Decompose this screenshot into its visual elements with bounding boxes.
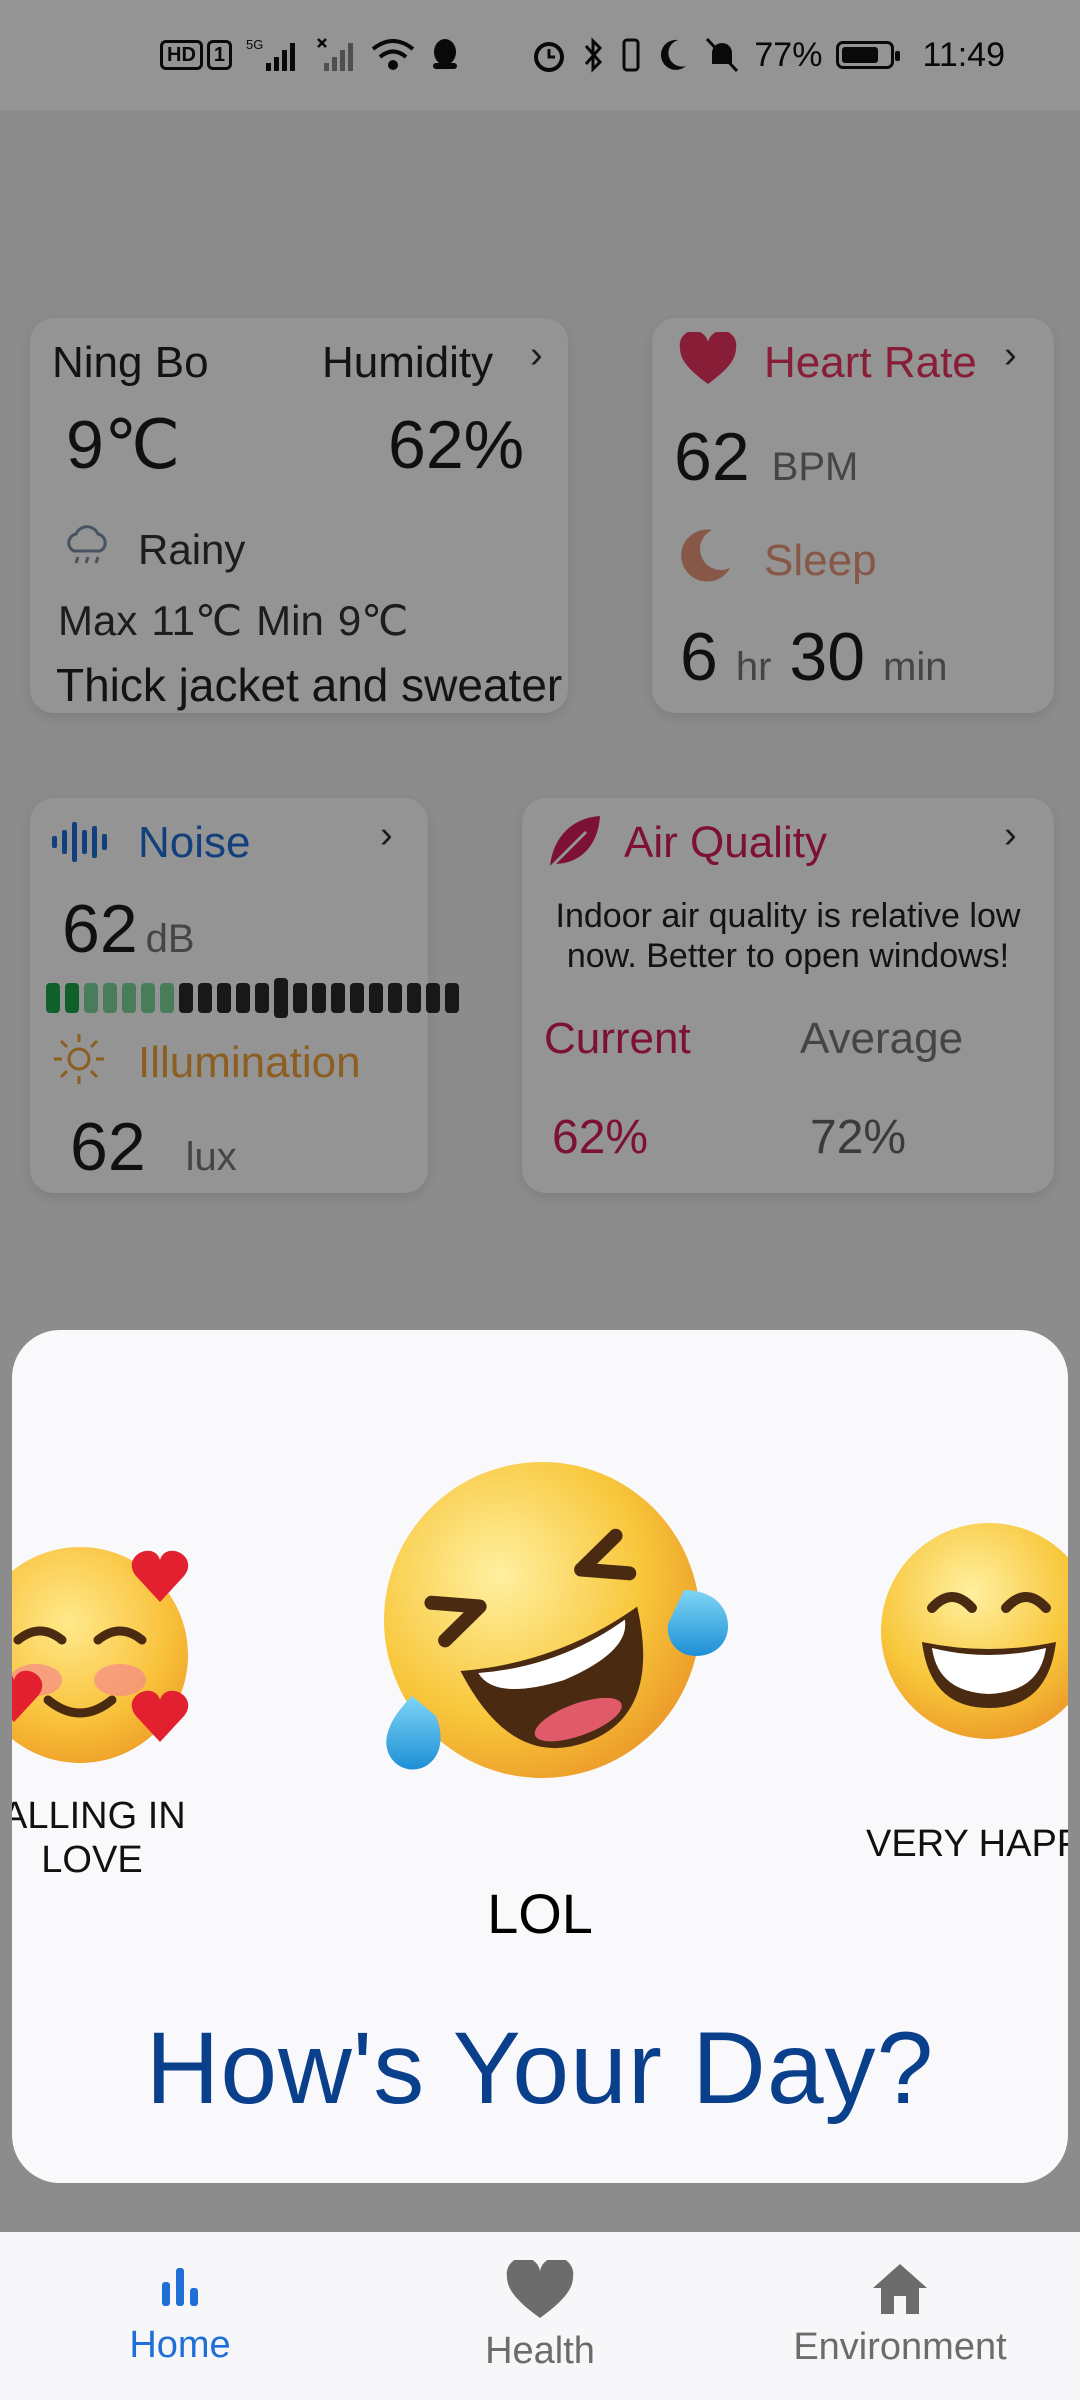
bar-chart-icon xyxy=(162,2268,198,2306)
status-bar-left: HD 1 5G xyxy=(160,37,460,73)
mood-option-very-happy[interactable] xyxy=(874,1516,1068,1751)
mood-label-very-happy: VERY HAPP xyxy=(866,1823,1068,1865)
sim-badge: 1 xyxy=(206,40,233,70)
signal-icon: 5G xyxy=(246,37,302,73)
nav-home-label: Home xyxy=(129,2324,231,2366)
mood-sheet-title: How's Your Day? xyxy=(145,2011,935,2125)
moon-icon xyxy=(656,36,690,74)
nav-health[interactable]: Health xyxy=(360,2232,720,2400)
alarm-icon xyxy=(530,36,568,74)
network-type-text: 5G xyxy=(246,37,263,52)
grinning-emoji-icon xyxy=(881,1523,1068,1739)
house-icon xyxy=(873,2264,927,2314)
mood-picker-sheet: ALLING IN LOVE LOL VERY HAPP How's Your … xyxy=(12,1330,1068,2183)
vibrate-icon xyxy=(620,36,642,74)
smiling-hearts-emoji-icon xyxy=(12,1547,189,1763)
mute-bell-icon xyxy=(704,36,740,74)
penguin-icon xyxy=(430,37,460,73)
nav-environment[interactable]: Environment xyxy=(720,2232,1080,2400)
nav-home[interactable]: Home xyxy=(0,2232,360,2400)
signal-no-service-icon xyxy=(316,37,356,73)
mood-option-in-love[interactable] xyxy=(12,1530,210,1775)
nav-health-label: Health xyxy=(485,2330,595,2372)
bluetooth-icon xyxy=(582,36,606,74)
battery-level xyxy=(842,47,878,63)
heart-icon xyxy=(506,2260,574,2318)
mood-label-in-love-line1: ALLING IN xyxy=(12,1795,186,1837)
status-bar-right: 77% 11:49 xyxy=(530,36,1005,75)
bottom-navigation: Home Health Environment xyxy=(0,2232,1080,2400)
mood-option-lol[interactable] xyxy=(352,1430,732,1815)
hd-badge: HD xyxy=(160,40,203,70)
mood-label-in-love: ALLING IN LOVE xyxy=(12,1794,186,1882)
battery-percent: 77% xyxy=(754,35,823,74)
status-bar: HD 1 5G 77% 11:49 xyxy=(0,0,1080,110)
mood-label-lol: LOL xyxy=(487,1882,593,1945)
laughing-tears-emoji-icon xyxy=(384,1462,728,1778)
wifi-icon xyxy=(370,37,416,73)
mood-label-in-love-line2: LOVE xyxy=(41,1839,143,1881)
clock: 11:49 xyxy=(922,35,1005,74)
battery-icon xyxy=(836,41,901,69)
nav-environment-label: Environment xyxy=(793,2326,1007,2368)
